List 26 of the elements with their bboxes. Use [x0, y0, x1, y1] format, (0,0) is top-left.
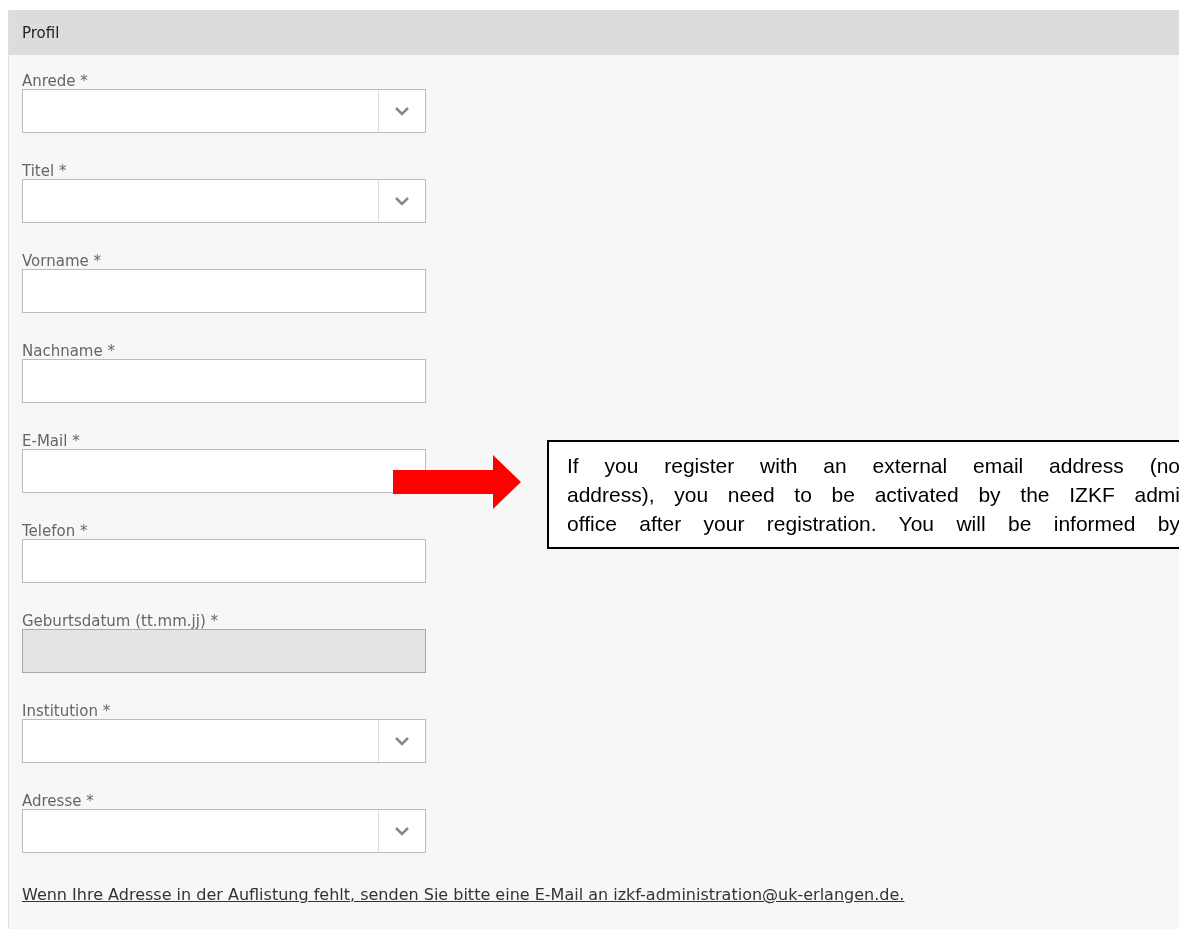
contact-link[interactable]: Wenn Ihre Adresse in der Auflistung fehlt, senden Sie bitte eine E-Mail an izkf-administration@uk-erlangen.de. [22, 885, 905, 904]
field-label: Anrede * [22, 73, 88, 90]
select-field[interactable] [22, 719, 426, 763]
field-label: Nachname * [22, 343, 115, 360]
panel-header: Profil [9, 10, 1179, 55]
chevron-down-icon [394, 736, 410, 746]
select-field[interactable] [22, 809, 426, 853]
chevron-down-icon [394, 826, 410, 836]
arrow-icon [393, 455, 521, 509]
select-field[interactable] [22, 179, 426, 223]
select-field[interactable] [22, 89, 426, 133]
chevron-down-icon [394, 196, 410, 206]
info-text: If you register with an external email address (no [567, 453, 1179, 479]
field-label: Telefon * [22, 523, 88, 540]
field-label: Vorname * [22, 253, 101, 270]
field-label: Institution * [22, 703, 111, 720]
input-field[interactable] [22, 449, 426, 493]
input-field[interactable] [22, 359, 426, 403]
field-label: E-Mail * [22, 433, 80, 450]
field-label: Adresse * [22, 793, 94, 810]
input-field[interactable] [22, 539, 426, 583]
input-field[interactable] [22, 269, 426, 313]
field-label: Titel * [22, 163, 67, 180]
info-text: address), you need to be activated by the IZKF admi [567, 482, 1179, 508]
chevron-down-icon [394, 106, 410, 116]
field-label: Geburtsdatum (tt.mm.jj) * [22, 613, 219, 630]
